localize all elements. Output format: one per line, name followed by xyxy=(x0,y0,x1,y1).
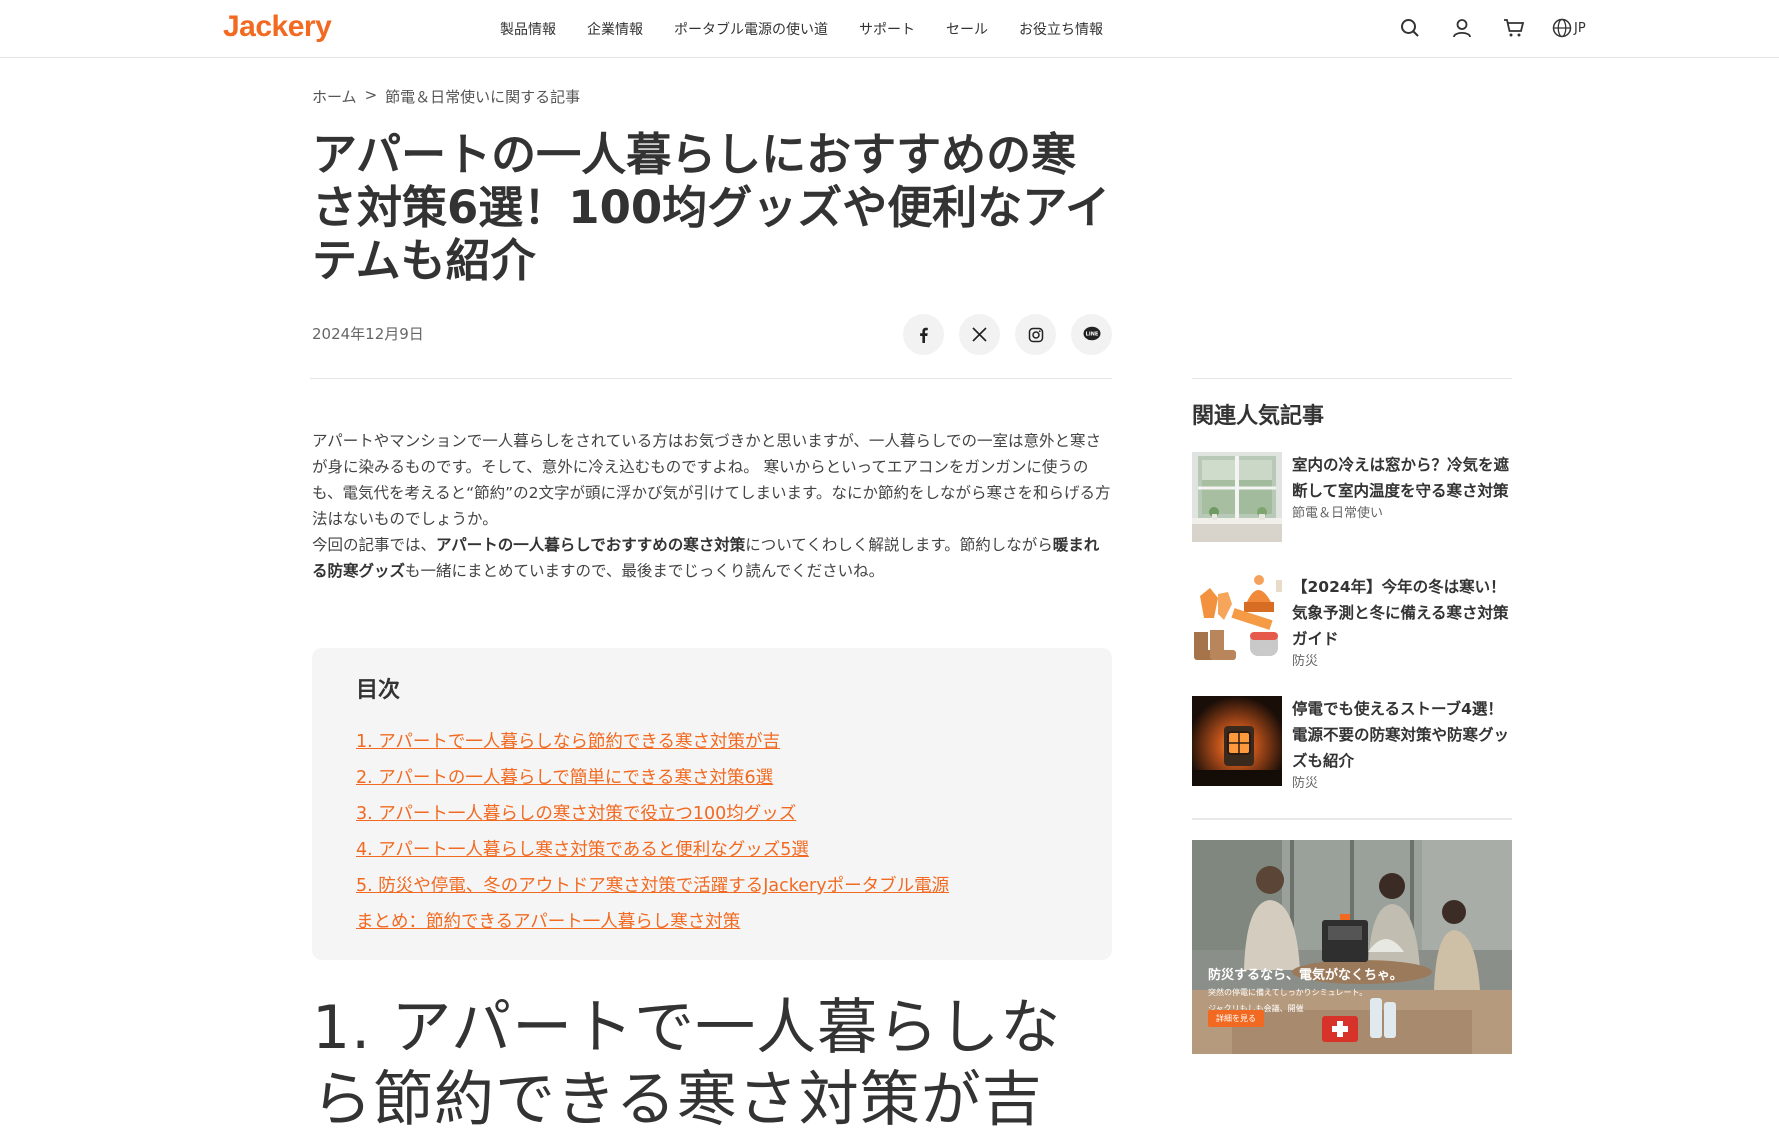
breadcrumb-home[interactable]: ホーム xyxy=(312,86,357,107)
breadcrumb-category[interactable]: 節電＆日常使いに関する記事 xyxy=(385,86,580,107)
main-nav: 製品情報 企業情報 ポータブル電源の使い道 サポート セール お役立ち情報 xyxy=(500,0,1134,58)
instagram-share-button[interactable] xyxy=(1015,314,1056,355)
toc-link-3[interactable]: 3. アパート一人暮らしの寒さ対策で役立つ100均グッズ xyxy=(356,796,949,832)
intro-text: も一緒にまとめていますので、最後までじっくり読んでくださいね。 xyxy=(405,562,885,580)
banner-subtext: 突然の停電に備えてしっかりシミュレート。 xyxy=(1208,988,1368,997)
winter-goods-thumbnail xyxy=(1192,574,1282,664)
sidebar-divider xyxy=(1192,378,1512,379)
jackery-logo[interactable]: Jackery xyxy=(223,10,332,44)
user-icon[interactable] xyxy=(1448,14,1476,42)
x-share-button[interactable] xyxy=(959,314,1000,355)
breadcrumb: ホーム > 節電＆日常使いに関する記事 xyxy=(312,86,580,107)
breadcrumb-separator: > xyxy=(364,86,378,104)
banner-details-button[interactable]: 詳細を見る xyxy=(1208,1010,1264,1027)
globe-icon xyxy=(1552,18,1572,38)
nav-item-tips[interactable]: お役立ち情報 xyxy=(1019,19,1103,39)
banner-headline: 防災するなら、電気がなくちゃ。 xyxy=(1208,968,1403,983)
related-article-category: 防災 xyxy=(1292,654,1319,669)
cart-icon[interactable] xyxy=(1500,14,1528,42)
intro-text: 今回の記事では、 xyxy=(312,536,437,554)
nav-item-company[interactable]: 企業情報 xyxy=(587,19,643,39)
table-of-contents: 目次 1. アパートで一人暮らしなら節約できる寒さ対策が吉 2. アパートの一人… xyxy=(312,648,1112,960)
related-article-body: 停電でも使えるストーブ4選！電源不要の防寒対策や防寒グッズも紹介 防災 xyxy=(1292,696,1512,818)
site-header: Jackery 製品情報 企業情報 ポータブル電源の使い道 サポート セール お… xyxy=(0,0,1779,58)
intro-text: についてくわしく解説します。節約しながら xyxy=(745,536,1053,554)
toc-list: 1. アパートで一人暮らしなら節約できる寒さ対策が吉 2. アパートの一人暮らし… xyxy=(356,724,949,940)
related-article-category: 防災 xyxy=(1292,776,1319,791)
facebook-share-button[interactable] xyxy=(903,314,944,355)
toc-link-summary[interactable]: まとめ：節約できるアパート一人暮らし寒さ対策 xyxy=(356,904,949,940)
related-article-title[interactable]: 室内の冷えは窓から？冷気を遮断して室内温度を守る寒さ対策 xyxy=(1292,452,1512,504)
toc-title: 目次 xyxy=(356,678,401,703)
nav-item-usage[interactable]: ポータブル電源の使い道 xyxy=(674,19,828,39)
article-intro: アパートやマンションで一人暮らしをされている方はお気づきかと思いますが、一人暮ら… xyxy=(312,428,1112,584)
language-selector[interactable]: JP xyxy=(1552,18,1586,38)
publish-date: 2024年12月9日 xyxy=(312,325,424,343)
sidebar-divider xyxy=(1192,818,1512,820)
intro-bold-text: アパートの一人暮らしでおすすめの寒さ対策 xyxy=(436,536,746,554)
nav-item-products[interactable]: 製品情報 xyxy=(500,19,556,39)
stove-thumbnail xyxy=(1192,696,1282,786)
related-article[interactable]: 停電でも使えるストーブ4選！電源不要の防寒対策や防寒グッズも紹介 防災 xyxy=(1192,696,1512,818)
x-icon xyxy=(972,327,987,342)
nav-item-sale[interactable]: セール xyxy=(946,19,988,39)
section-1-heading: 1. アパートで一人暮らしなら節約できる寒さ対策が吉 xyxy=(312,993,1062,1135)
related-article-body: 室内の冷えは窓から？冷気を遮断して室内温度を守る寒さ対策 節電＆日常使い xyxy=(1292,452,1512,574)
sidebar-title: 関連人気記事 xyxy=(1192,404,1325,429)
title-divider xyxy=(310,378,1112,379)
related-article-body: 【2024年】今年の冬は寒い！気象予測と冬に備える寒さ対策ガイド 防災 xyxy=(1292,574,1512,696)
banner-text: 防災するなら、電気がなくちゃ。 突然の停電に備えてしっかりシミュレート。 ジャク… xyxy=(1208,964,1403,1015)
intro-paragraph-2: 今回の記事では、アパートの一人暮らしでおすすめの寒さ対策についてくわしく解説しま… xyxy=(312,532,1112,584)
related-article[interactable]: 室内の冷えは窓から？冷気を遮断して室内温度を守る寒さ対策 節電＆日常使い xyxy=(1192,452,1512,574)
header-actions: JP xyxy=(1396,14,1586,42)
svg-text:LINE: LINE xyxy=(1085,332,1098,338)
promo-banner[interactable]: 防災するなら、電気がなくちゃ。 突然の停電に備えてしっかりシミュレート。 ジャク… xyxy=(1192,840,1512,1054)
intro-paragraph-1: アパートやマンションで一人暮らしをされている方はお気づきかと思いますが、一人暮ら… xyxy=(312,432,1111,528)
page-title: アパートの一人暮らしにおすすめの寒さ対策6選！100均グッズや便利なアイテムも紹… xyxy=(312,128,1110,287)
related-article-title[interactable]: 【2024年】今年の冬は寒い！気象予測と冬に備える寒さ対策ガイド xyxy=(1292,574,1512,652)
instagram-icon xyxy=(1028,327,1043,342)
related-article-title[interactable]: 停電でも使えるストーブ4選！電源不要の防寒対策や防寒グッズも紹介 xyxy=(1292,696,1512,774)
facebook-icon xyxy=(919,327,928,343)
toc-link-4[interactable]: 4. アパート一人暮らし寒さ対策であると便利なグッズ5選 xyxy=(356,832,949,868)
line-icon: LINE xyxy=(1083,326,1100,341)
related-article-category: 節電＆日常使い xyxy=(1292,506,1384,521)
nav-item-support[interactable]: サポート xyxy=(859,19,915,39)
toc-link-5[interactable]: 5. 防災や停電、冬のアウトドア寒さ対策で活躍するJackeryポータブル電源 xyxy=(356,868,949,904)
related-articles: 室内の冷えは窓から？冷気を遮断して室内温度を守る寒さ対策 節電＆日常使い 【20… xyxy=(1192,452,1512,818)
toc-link-2[interactable]: 2. アパートの一人暮らしで簡単にできる寒さ対策6選 xyxy=(356,760,949,796)
language-label: JP xyxy=(1574,20,1586,36)
toc-link-1[interactable]: 1. アパートで一人暮らしなら節約できる寒さ対策が吉 xyxy=(356,724,949,760)
related-article[interactable]: 【2024年】今年の冬は寒い！気象予測と冬に備える寒さ対策ガイド 防災 xyxy=(1192,574,1512,696)
window-thumbnail xyxy=(1192,452,1282,542)
line-share-button[interactable]: LINE xyxy=(1071,314,1112,355)
search-icon[interactable] xyxy=(1396,14,1424,42)
share-buttons: LINE xyxy=(903,314,1127,355)
